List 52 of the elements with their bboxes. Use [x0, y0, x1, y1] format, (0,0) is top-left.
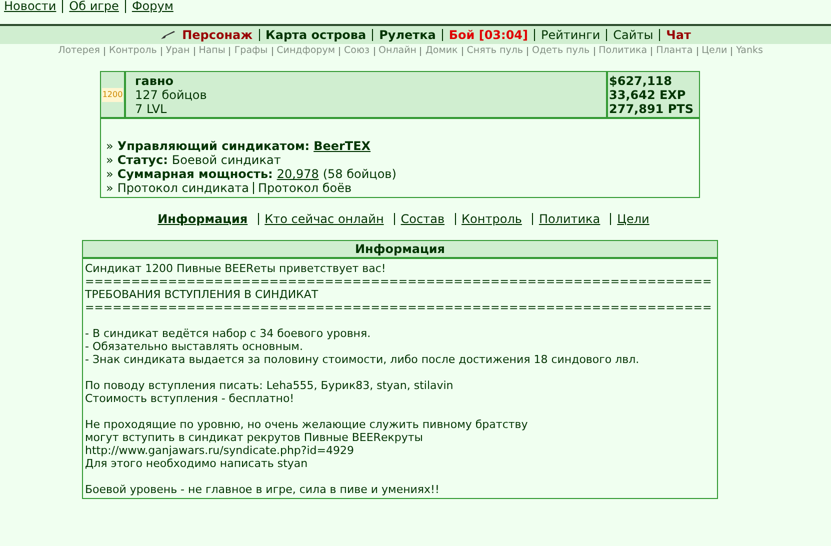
info-text: - Знак синдиката выдается за половину стоимости, либо после достижения 18 синдового лвл.	[85, 353, 640, 366]
syndicate-name: гавно	[135, 74, 174, 88]
info-text: ====================================================================	[85, 301, 713, 314]
info-title: Информация	[83, 241, 717, 259]
info-text: По поводу вступления писать: Leha555, Бурик83, styan, stilavin	[85, 379, 454, 392]
bullet-mark: »	[106, 153, 114, 167]
detail-label: Статус:	[117, 153, 168, 167]
tab[interactable]: Кто сейчас онлайн	[264, 212, 384, 226]
detail-label: Суммарная мощность:	[117, 167, 273, 181]
nav-link[interactable]: Об игре	[69, 0, 119, 13]
info-text: ====================================================================	[85, 275, 713, 288]
syndicate-badge: 1200	[102, 88, 123, 102]
nav-link[interactable]: Персонаж	[182, 26, 253, 44]
member-count: 127 бойцов	[135, 88, 208, 102]
nav-link[interactable]: Бой [03:04]	[448, 26, 528, 44]
detail-label: Управляющий синдикатом:	[117, 139, 310, 153]
nav-link[interactable]: Форум	[132, 0, 174, 13]
pts-value: 277,891 PTS	[609, 102, 694, 116]
tab[interactable]: Контроль	[462, 212, 522, 226]
money-value: $627,118	[609, 74, 674, 88]
tab[interactable]: Информация	[158, 212, 248, 226]
nav-link[interactable]: Рейтинги	[541, 26, 600, 44]
nav-link[interactable]: Чат	[666, 26, 691, 44]
bullet-mark: »	[106, 167, 114, 181]
exp-value: 33,642 EXP	[609, 88, 687, 102]
info-text: Боевой уровень - не главное в игре, сила в пиве и умениях!!	[85, 483, 440, 496]
protocol-link[interactable]: Протокол боёв	[258, 181, 352, 195]
info-text: Не проходящие по уровню, но очень желающие служить пивному братству	[85, 418, 529, 431]
rifle-icon	[160, 30, 176, 40]
protocol-link[interactable]: Протокол синдиката	[117, 181, 250, 195]
fighter-count: (58 бойцов)	[322, 167, 396, 181]
bullet-mark: »	[106, 181, 114, 195]
nav-link[interactable]: Новости	[4, 0, 56, 13]
power-link[interactable]: 20,978	[276, 167, 319, 181]
info-text: Стоимость вступления - бесплатно!	[85, 392, 296, 405]
tab[interactable]: Состав	[400, 212, 445, 226]
info-text: http://www.ganjawars.ru/syndicate.php?id=4929	[85, 444, 355, 457]
nav-link[interactable]: Сайты	[613, 26, 654, 44]
nav-link[interactable]: Рулетка	[379, 26, 436, 44]
tab[interactable]: Цели	[617, 212, 650, 226]
status-value: Боевой синдикат	[172, 153, 281, 167]
info-text: ТРЕБОВАНИЯ ВСТУПЛЕНИЯ В СИНДИКАТ	[85, 288, 320, 301]
bullet-mark: »	[106, 139, 114, 153]
leader-link[interactable]: BeerTEX	[314, 139, 371, 153]
info-text: могут вступить в синдикат рекрутов Пивные BEERекруты	[85, 431, 424, 444]
info-text: Для этого необходимо написать styan	[85, 457, 309, 470]
syndicate-level: 7 LVL	[135, 102, 168, 116]
info-text: Синдикат 1200 Пивные BEERеты приветствует вас!	[85, 262, 387, 275]
nav-link[interactable]: Карта острова	[266, 26, 366, 44]
info-text: - В синдикат ведётся набор с 34 боевого уровня.	[85, 327, 372, 340]
tab[interactable]: Политика	[538, 212, 600, 226]
info-text: - Обязательно выставлять основным.	[85, 340, 304, 353]
